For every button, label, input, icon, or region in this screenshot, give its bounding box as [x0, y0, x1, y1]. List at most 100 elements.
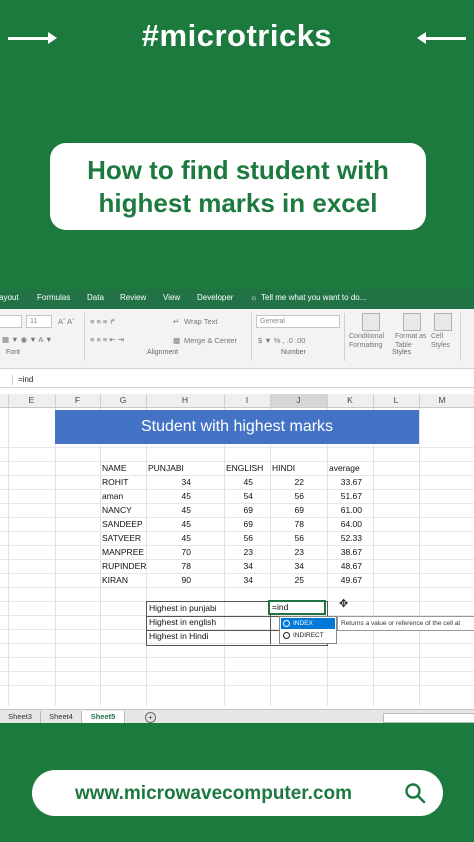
- conditional-formatting-button[interactable]: Conditional Formatting: [349, 332, 391, 350]
- cell-punjabi[interactable]: 70: [148, 546, 191, 559]
- cell-average[interactable]: 38.67: [329, 546, 362, 559]
- header-hindi[interactable]: HINDI: [272, 462, 327, 475]
- cell-styles-icon: [434, 313, 452, 331]
- header-english[interactable]: ENGLISH: [226, 462, 270, 475]
- cell-name[interactable]: ROHIT: [102, 476, 146, 489]
- cell-english[interactable]: 34: [226, 560, 253, 573]
- conditional-formatting-icon: [362, 313, 380, 331]
- number-tools-icon[interactable]: $ ▼ % , .0 .00: [258, 336, 305, 345]
- cell-average[interactable]: 33.67: [329, 476, 362, 489]
- cell-hindi[interactable]: 69: [272, 504, 304, 517]
- column-header-f[interactable]: F: [55, 395, 100, 405]
- arrow-left-icon: [417, 32, 466, 44]
- menu-review[interactable]: Review: [120, 293, 146, 302]
- add-sheet-button[interactable]: +: [145, 712, 156, 723]
- cell-punjabi[interactable]: 78: [148, 560, 191, 573]
- column-header-l[interactable]: L: [373, 395, 419, 405]
- tell-me-search[interactable]: Tell me what you want to do...: [261, 293, 366, 302]
- cell-name[interactable]: MANPREE: [102, 546, 146, 559]
- font-tools-icon[interactable]: ▦ ▼ ◉ ▼ A ▼: [2, 335, 53, 344]
- sheet-tab-sheet4[interactable]: Sheet4: [41, 711, 82, 723]
- cell-name[interactable]: aman: [102, 490, 146, 503]
- cell-hindi[interactable]: 78: [272, 518, 304, 531]
- font-name-box[interactable]: [0, 315, 22, 328]
- ribbon-separator: [251, 313, 252, 361]
- column-header-k[interactable]: K: [327, 395, 373, 405]
- cell-name[interactable]: SATVEER: [102, 532, 146, 545]
- horizontal-scrollbar[interactable]: [383, 713, 474, 723]
- active-cell-editor[interactable]: =ind: [268, 600, 326, 615]
- cell-name[interactable]: KIRAN: [102, 574, 146, 587]
- cell-average[interactable]: 49.67: [329, 574, 362, 587]
- search-icon[interactable]: [404, 782, 426, 804]
- cell-average[interactable]: 61.00: [329, 504, 362, 517]
- cell-english[interactable]: 23: [226, 546, 253, 559]
- cell-name[interactable]: NANCY: [102, 504, 146, 517]
- header-name[interactable]: NAME: [102, 462, 146, 475]
- number-format-select[interactable]: General: [256, 315, 340, 328]
- header-average[interactable]: average: [329, 462, 373, 475]
- menu-view[interactable]: View: [163, 293, 180, 302]
- cell-hindi[interactable]: 22: [272, 476, 304, 489]
- cell-english[interactable]: 69: [226, 518, 253, 531]
- format-as-table-button[interactable]: Format as Table: [395, 332, 429, 350]
- align-icons-top[interactable]: ≡ ≡ ≡ ↱: [90, 317, 116, 326]
- column-header-j[interactable]: J: [270, 395, 327, 405]
- worksheet-grid[interactable]: Student with highest marks NAME PUNJABI …: [0, 408, 474, 706]
- cell-average[interactable]: 48.67: [329, 560, 362, 573]
- cell-english[interactable]: 56: [226, 532, 253, 545]
- cell-punjabi[interactable]: 45: [148, 518, 191, 531]
- cell-hindi[interactable]: 56: [272, 532, 304, 545]
- menu-data[interactable]: Data: [87, 293, 104, 302]
- align-icons-bottom[interactable]: ≡ ≡ ≡ ⇤ ⇥: [90, 335, 124, 344]
- formula-bar[interactable]: =ind: [0, 373, 474, 388]
- website-pill[interactable]: www.microwavecomputer.com: [32, 770, 443, 816]
- sheet-tab-sheet5[interactable]: Sheet5: [82, 711, 125, 723]
- menu-developer[interactable]: Developer: [197, 293, 233, 302]
- cell-punjabi[interactable]: 45: [148, 490, 191, 503]
- cell-punjabi[interactable]: 45: [148, 532, 191, 545]
- function-tooltip: Returns a value or reference of the cell…: [337, 616, 474, 631]
- column-headers: E F G H I J K L M: [0, 394, 474, 408]
- cell-english[interactable]: 34: [226, 574, 253, 587]
- increase-font-icon[interactable]: Aˆ Aˇ: [58, 317, 75, 326]
- autocomplete-item-indirect[interactable]: INDIRECT: [281, 630, 335, 641]
- summary-label-english[interactable]: Highest in english: [149, 617, 216, 627]
- cell-average[interactable]: 64.00: [329, 518, 362, 531]
- column-header-m[interactable]: M: [419, 395, 465, 405]
- column-header-i[interactable]: I: [224, 395, 270, 405]
- menu-formulas[interactable]: Formulas: [37, 293, 70, 302]
- autocomplete-item-index[interactable]: INDEX: [281, 618, 335, 629]
- cell-hindi[interactable]: 25: [272, 574, 304, 587]
- title-card: How to find student with highest marks i…: [50, 143, 426, 230]
- cell-english[interactable]: 45: [226, 476, 253, 489]
- video-title: How to find student with highest marks i…: [87, 154, 389, 218]
- menu-page-layout[interactable]: ayout: [0, 293, 19, 302]
- cell-punjabi[interactable]: 90: [148, 574, 191, 587]
- summary-label-punjabi[interactable]: Highest in punjabi: [149, 603, 217, 613]
- ribbon-separator: [460, 313, 461, 361]
- cell-hindi[interactable]: 56: [272, 490, 304, 503]
- wrap-text-button[interactable]: Wrap Text: [184, 317, 218, 326]
- cell-average[interactable]: 51.67: [329, 490, 362, 503]
- cell-name[interactable]: RUPINDER: [102, 560, 146, 573]
- column-header-e[interactable]: E: [8, 395, 55, 405]
- website-url[interactable]: www.microwavecomputer.com: [75, 783, 352, 805]
- merge-center-button[interactable]: Merge & Center: [184, 336, 237, 345]
- cell-punjabi[interactable]: 34: [148, 476, 191, 489]
- header-punjabi[interactable]: PUNJABI: [148, 462, 224, 475]
- cell-styles-button[interactable]: Cell Styles: [431, 332, 455, 350]
- cell-name[interactable]: SANDEEP: [102, 518, 146, 531]
- cell-english[interactable]: 54: [226, 490, 253, 503]
- sheet-tab-bar: Sheet3 Sheet4 Sheet5 +: [0, 709, 474, 723]
- column-header-h[interactable]: H: [146, 395, 224, 405]
- column-header-g[interactable]: G: [100, 395, 146, 405]
- cell-average[interactable]: 52.33: [329, 532, 362, 545]
- cell-hindi[interactable]: 23: [272, 546, 304, 559]
- cell-hindi[interactable]: 34: [272, 560, 304, 573]
- cell-punjabi[interactable]: 45: [148, 504, 191, 517]
- sheet-tab-sheet3[interactable]: Sheet3: [0, 711, 41, 723]
- cell-english[interactable]: 69: [226, 504, 253, 517]
- summary-label-hindi[interactable]: Highest in Hindi: [149, 631, 209, 641]
- font-size-box[interactable]: 11: [26, 315, 52, 328]
